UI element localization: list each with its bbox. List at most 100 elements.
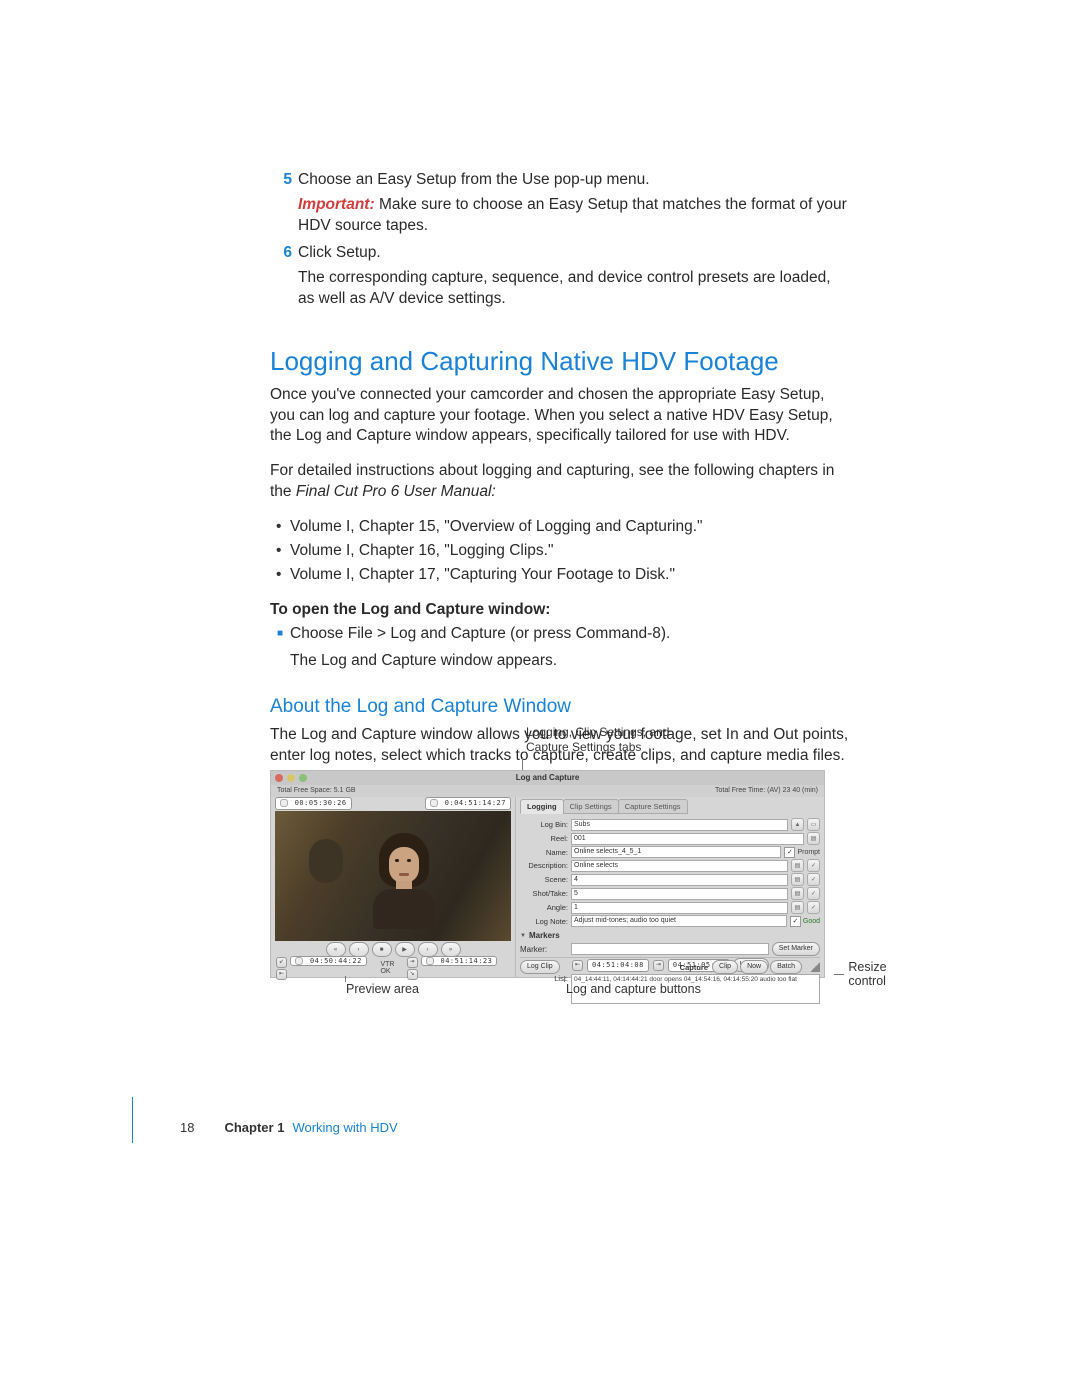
inc-button[interactable]: ✓	[807, 887, 820, 900]
step-body: Click Setup. The corresponding capture, …	[298, 243, 850, 310]
procedure-text: Choose File > Log and Capture (or press …	[290, 624, 670, 645]
name-field[interactable]: Online selects_4_5_1	[571, 846, 781, 858]
callout-log-capture-buttons: Log and capture buttons	[566, 982, 701, 996]
stop-button[interactable]: ■	[372, 942, 392, 957]
procedure-result: The Log and Capture window appears.	[290, 651, 850, 672]
capture-bar: Log Clip Capture Clip Now Batch	[520, 957, 820, 974]
callout-text: Log and capture buttons	[566, 982, 701, 996]
log-bin-field[interactable]: Subs	[571, 819, 788, 831]
markers-disclosure[interactable]: Markers	[520, 931, 820, 940]
inc-button[interactable]: ✓	[807, 901, 820, 914]
inc-button[interactable]: ✓	[807, 859, 820, 872]
step-forward-button[interactable]: ›	[418, 942, 438, 957]
timecode-value: 04:51:14:23	[441, 957, 493, 965]
marker-label: Marker:	[520, 945, 568, 954]
page-footer: 18 Chapter 1 Working with HDV	[180, 1120, 398, 1135]
square-bullet-icon: ■	[270, 624, 290, 645]
shot-field[interactable]: 5	[571, 888, 788, 900]
log-note-field[interactable]: Adjust mid-tones; audio too quiet	[571, 915, 787, 927]
timecode-icon	[295, 957, 303, 965]
important-label: Important:	[298, 196, 375, 213]
capture-now-button[interactable]: Now	[740, 960, 768, 974]
timecode-current[interactable]: 0:04:51:14:27	[425, 797, 511, 810]
slate-button[interactable]: ▤	[807, 832, 820, 845]
set-in-button[interactable]: ⇤	[276, 969, 287, 980]
description-field[interactable]: Online selects	[571, 860, 788, 872]
manual-title: Final Cut Pro 6 User Manual:	[296, 483, 496, 500]
capture-clip-button[interactable]: Clip	[712, 960, 738, 974]
callout-leader-icon	[345, 976, 346, 982]
log-clip-button[interactable]: Log Clip	[520, 960, 560, 974]
bullet-list: Volume I, Chapter 15, "Overview of Loggi…	[270, 517, 850, 586]
good-checkbox[interactable]: ✓ Good	[790, 916, 820, 927]
up-bin-button[interactable]: ▲	[791, 818, 804, 831]
callout-text: Resize control	[848, 960, 894, 988]
go-to-out-button[interactable]: ↘	[407, 969, 418, 980]
close-icon[interactable]	[275, 774, 283, 782]
resize-control[interactable]	[810, 962, 820, 972]
paragraph: Once you've connected your camcorder and…	[270, 385, 850, 448]
prompt-label: Prompt	[797, 849, 820, 856]
timecode-icon	[430, 799, 438, 807]
go-to-in-button[interactable]: ↙	[276, 957, 287, 968]
prompt-checkbox[interactable]: ✓ Prompt	[784, 847, 820, 858]
out-timecode[interactable]: 04:51:14:23	[421, 956, 498, 966]
page-number: 18	[180, 1120, 194, 1135]
set-marker-button[interactable]: Set Marker	[772, 942, 820, 956]
slate-button[interactable]: ▤	[791, 859, 804, 872]
list-item: Volume I, Chapter 16, "Logging Clips."	[270, 541, 850, 562]
checkbox-icon[interactable]: ✓	[790, 916, 801, 927]
important-text: Make sure to choose an Easy Setup that m…	[298, 196, 847, 234]
checkbox-icon[interactable]: ✓	[784, 847, 795, 858]
section-heading: Logging and Capturing Native HDV Footage	[270, 344, 850, 379]
slate-button[interactable]: ▤	[791, 901, 804, 914]
list-item: Volume I, Chapter 15, "Overview of Loggi…	[270, 517, 850, 538]
capture-batch-button[interactable]: Batch	[770, 960, 802, 974]
inc-button[interactable]: ✓	[807, 873, 820, 886]
good-label: Good	[803, 918, 820, 925]
timecode-icon	[280, 799, 288, 807]
minimize-icon[interactable]	[287, 774, 295, 782]
timecode-duration[interactable]: 00:05:30:26	[275, 797, 352, 810]
window-controls[interactable]	[275, 774, 307, 782]
rewind-button[interactable]: «	[326, 942, 346, 957]
window-title: Log and Capture	[271, 771, 824, 785]
marker-name-field[interactable]	[571, 943, 769, 955]
tab-clip-settings[interactable]: Clip Settings	[563, 799, 619, 814]
log-bin-label: Log Bin:	[520, 820, 568, 829]
slate-button[interactable]: ▤	[791, 873, 804, 886]
set-out-button[interactable]: ⇥	[407, 957, 418, 968]
timecode-icon	[426, 957, 434, 965]
fast-forward-button[interactable]: »	[441, 942, 461, 957]
step-followup: The corresponding capture, sequence, and…	[298, 268, 850, 310]
procedure-heading: To open the Log and Capture window:	[270, 600, 850, 621]
zoom-icon[interactable]	[299, 774, 307, 782]
callout-line-2: Capture Settings tabs	[526, 740, 641, 754]
play-button[interactable]: ▶	[395, 942, 415, 957]
in-timecode[interactable]: 04:50:44:22	[290, 956, 367, 966]
tab-logging[interactable]: Logging	[520, 799, 564, 814]
preview-bg-shape	[309, 839, 343, 883]
step-back-button[interactable]: ‹	[349, 942, 369, 957]
callout-resize-control: Resize control	[834, 960, 894, 988]
step-5: 5 Choose an Easy Setup from the Use pop-…	[270, 170, 850, 237]
footer-rule	[132, 1097, 133, 1143]
reel-field[interactable]: 001	[571, 833, 804, 845]
log-and-capture-window: Log and Capture Total Free Space: 5.1 GB…	[270, 770, 825, 978]
tab-capture-settings[interactable]: Capture Settings	[618, 799, 688, 814]
free-time-label: Total Free Time: (AV) 23 40 (min)	[715, 785, 818, 797]
capture-label: Capture	[680, 963, 708, 972]
step-text: Choose an Easy Setup from the Use pop-up…	[298, 171, 650, 188]
marker-list-label: List:	[520, 974, 568, 1004]
logging-panel: Logging Clip Settings Capture Settings L…	[515, 797, 824, 977]
angle-label: Angle:	[520, 903, 568, 912]
preview-subject	[371, 833, 437, 921]
scene-field[interactable]: 4	[571, 874, 788, 886]
name-label: Name:	[520, 848, 568, 857]
new-bin-button[interactable]: ▭	[807, 818, 820, 831]
slate-button[interactable]: ▤	[791, 887, 804, 900]
angle-field[interactable]: 1	[571, 902, 788, 914]
subsection-heading: About the Log and Capture Window	[270, 694, 850, 720]
log-note-label: Log Note:	[520, 917, 568, 926]
chapter-title: Working with HDV	[292, 1120, 397, 1135]
